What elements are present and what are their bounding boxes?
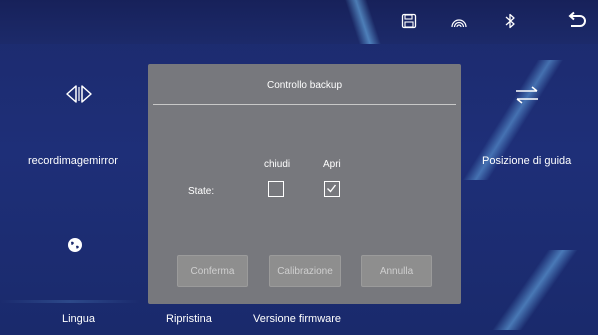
swap-arrows-icon[interactable] — [512, 84, 542, 106]
cancel-button[interactable]: Annulla — [361, 255, 432, 287]
dialog-divider — [153, 104, 456, 105]
state-label: State: — [188, 186, 215, 197]
save-icon[interactable] — [396, 8, 422, 34]
dialog-title: Controllo backup — [266, 80, 343, 91]
menu-label-driving-position[interactable]: Posizione di guida — [482, 155, 571, 167]
menu-label-record-image-mirror[interactable]: recordimagemirror — [28, 155, 136, 167]
mirror-icon[interactable] — [62, 83, 96, 105]
menu-label-restore[interactable]: Ripristina — [166, 313, 212, 325]
globe-icon[interactable] — [66, 236, 84, 254]
menu-label-firmware-version[interactable]: Versione firmware — [253, 313, 341, 325]
back-icon[interactable] — [563, 8, 589, 34]
bluetooth-icon[interactable] — [497, 8, 523, 34]
signal-icon[interactable] — [446, 8, 472, 34]
check-icon — [327, 184, 337, 193]
checkbox-close[interactable] — [268, 181, 284, 197]
backup-control-dialog: Controllo backup chiudi Apri State: Conf… — [148, 64, 461, 304]
calibration-button[interactable]: Calibrazione — [269, 255, 341, 287]
confirm-button[interactable]: Conferma — [177, 255, 248, 287]
menu-label-language[interactable]: Lingua — [62, 313, 95, 325]
checkbox-open[interactable] — [324, 181, 340, 197]
option-label-close: chiudi — [264, 159, 291, 170]
option-label-open: Apri — [323, 159, 341, 170]
